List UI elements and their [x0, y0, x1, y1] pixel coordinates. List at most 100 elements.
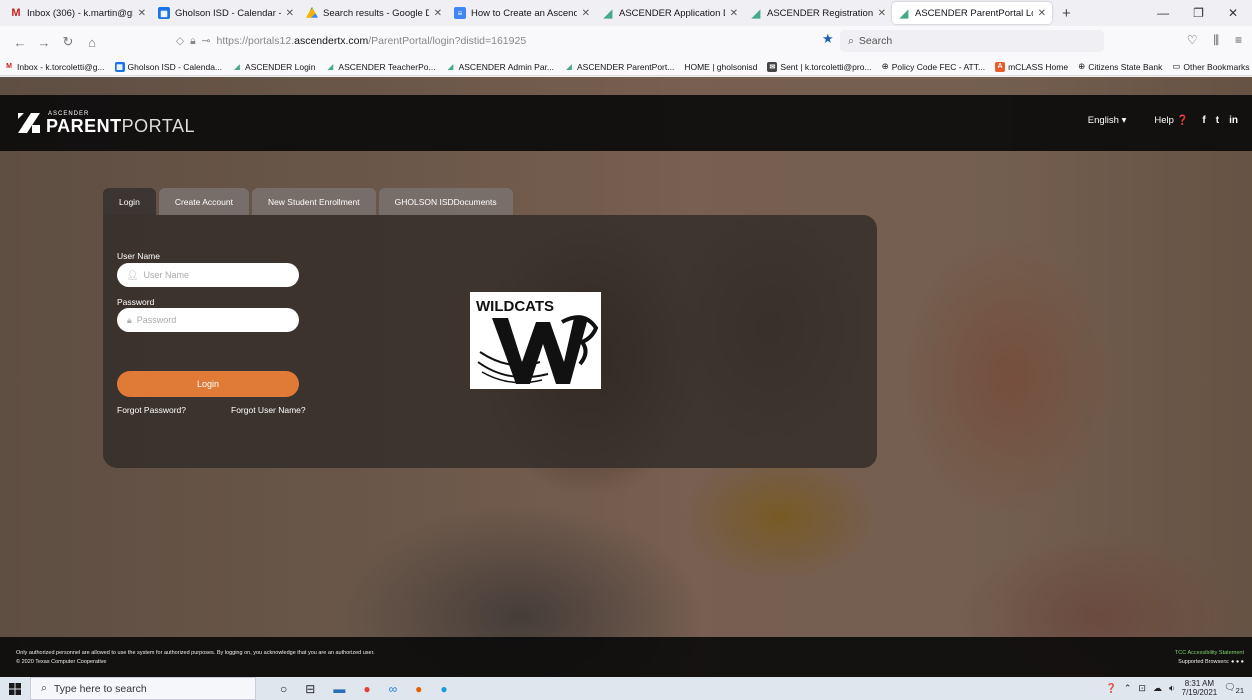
bookmark-item[interactable]: ▦ Gholson ISD - Calenda... — [114, 61, 222, 72]
bookmark-item[interactable]: ◢ ASCENDER TeacherPo... — [325, 62, 436, 72]
browser-search-box[interactable]: ⌕ Search — [840, 30, 1104, 52]
windows-start-icon[interactable] — [0, 682, 30, 695]
menu-icon[interactable]: ≡ — [1235, 33, 1242, 48]
bookmark-item[interactable]: ◢ ASCENDER Login — [232, 62, 315, 72]
back-icon[interactable]: ← — [10, 35, 30, 50]
close-window-icon[interactable]: ✕ — [1228, 6, 1238, 20]
bookmark-star-icon[interactable]: ★ — [822, 31, 834, 47]
task-view-icon[interactable]: ⊟ — [305, 682, 315, 696]
bookmark-item[interactable]: AmCLASS Home — [995, 61, 1068, 72]
username-label: User Name — [117, 251, 160, 261]
globe-icon: ⊕ — [881, 61, 889, 71]
bookmark-item[interactable]: HOME | gholsonisd — [684, 62, 757, 72]
pocket-icon[interactable]: ♡ — [1187, 33, 1198, 48]
reload-icon[interactable]: ↻ — [58, 34, 78, 50]
clock-date: 7/19/2021 — [1181, 687, 1218, 697]
file-explorer-icon[interactable]: ▬ — [333, 682, 345, 696]
tab-title: Gholson ISD - Calendar - July 2 — [175, 7, 281, 19]
language-select[interactable]: English ▾ — [1088, 115, 1127, 126]
onedrive-icon[interactable]: ☁ — [1153, 683, 1162, 694]
new-tab-button[interactable]: + — [1052, 5, 1081, 22]
globe-icon: ⊕ — [1078, 61, 1086, 71]
linkedin-icon[interactable]: in — [1229, 115, 1238, 126]
clock[interactable]: 8:31 AM 7/19/2021 — [1181, 679, 1218, 698]
taskbar-search[interactable]: ⌕ Type here to search — [30, 677, 256, 700]
close-icon[interactable]: ✕ — [730, 8, 738, 19]
browser-tab[interactable]: ≡ How to Create an Ascender Par ✕ — [448, 2, 596, 24]
shield-icon[interactable]: ◇ — [176, 35, 184, 47]
volume-icon[interactable]: 🔉︎ — [1169, 683, 1175, 694]
close-icon[interactable]: ✕ — [878, 8, 886, 19]
close-icon[interactable]: ✕ — [582, 8, 590, 19]
close-icon[interactable]: ✕ — [434, 8, 442, 19]
close-icon[interactable]: ✕ — [1038, 8, 1046, 19]
chrome-icon[interactable]: ● — [363, 682, 370, 696]
bookmark-item[interactable]: M Inbox - k.torcoletti@g... — [4, 62, 104, 72]
browser-tab-active[interactable]: ◢ ASCENDER ParentPortal Login ✕ — [892, 2, 1052, 24]
lock-icon[interactable]: 🔒︎ — [190, 35, 196, 48]
tab-title: Search results - Google Drive — [323, 7, 429, 19]
search-icon: ⌕ — [41, 682, 47, 694]
portal-logo[interactable]: ASCENDER PARENTPORTAL — [46, 111, 195, 135]
other-bookmarks[interactable]: ▭ Other Bookmarks — [1172, 61, 1252, 72]
library-icon[interactable]: ⫼ — [1213, 33, 1219, 48]
browser-tab[interactable]: ◢ ASCENDER Registration - Distri ✕ — [744, 2, 892, 24]
forgot-password-link[interactable]: Forgot Password? — [117, 405, 186, 415]
tab-login[interactable]: Login — [103, 188, 156, 215]
bookmark-item[interactable]: ⊕ Citizens State Bank — [1078, 61, 1162, 72]
permissions-icon[interactable]: ⊸ — [202, 35, 211, 47]
page-background: ASCENDER PARENTPORTAL English ▾ Help ❓ f… — [0, 77, 1252, 677]
tab-district-documents[interactable]: GHOLSON ISDDocuments — [378, 188, 513, 215]
cortana-icon[interactable]: ○ — [280, 682, 287, 696]
network-icon[interactable]: ⊡ — [1138, 683, 1146, 694]
infinity-app-icon[interactable]: ∞ — [389, 682, 398, 696]
browser-tab[interactable]: Search results - Google Drive ✕ — [300, 2, 448, 24]
password-field[interactable]: 🔒︎ — [117, 308, 299, 332]
tab-new-student-enrollment[interactable]: New Student Enrollment — [251, 188, 376, 215]
caret-down-icon: ▾ — [1121, 115, 1127, 126]
browser-tab[interactable]: M Inbox (306) - k.martin@gholsor ✕ — [4, 2, 152, 24]
forward-icon[interactable]: → — [34, 35, 54, 50]
username-input[interactable] — [143, 270, 294, 280]
ascender-icon: ◢ — [899, 7, 909, 20]
tab-title: How to Create an Ascender Par — [471, 7, 577, 19]
user-icon: 👤︎ — [127, 269, 139, 280]
notifications-icon[interactable]: 🗨︎21 — [1224, 682, 1244, 695]
help-circle-icon[interactable]: ❓ — [1106, 683, 1117, 694]
bookmark-item[interactable]: ◢ ASCENDER Admin Par... — [446, 62, 554, 72]
bookmark-item[interactable]: ✉ Sent | k.torcoletti@pro... — [767, 61, 872, 72]
browser-tab[interactable]: ▦ Gholson ISD - Calendar - July 2 ✕ — [152, 2, 300, 24]
help-link[interactable]: Help ❓ — [1154, 115, 1188, 126]
minimize-icon[interactable]: — — [1157, 6, 1169, 20]
close-icon[interactable]: ✕ — [286, 8, 294, 19]
authorized-use-notice: Only authorized personnel are allowed to… — [16, 650, 375, 656]
tab-create-account[interactable]: Create Account — [158, 188, 249, 215]
accessibility-statement-link[interactable]: TCC Accessibility Statement — [1175, 649, 1244, 658]
twitter-icon[interactable]: t — [1216, 115, 1219, 126]
firefox-icon[interactable]: ● — [415, 682, 422, 696]
portal-tabs: Login Create Account New Student Enrollm… — [103, 188, 513, 215]
url-text[interactable]: https://portals12.ascendertx.com/ParentP… — [216, 35, 526, 47]
lock-icon: 🔒︎ — [127, 314, 132, 325]
home-icon[interactable]: ⌂ — [82, 35, 102, 50]
ascender-icon: ◢ — [447, 63, 454, 71]
window-controls: — ❐ ✕ — [1157, 6, 1252, 20]
restore-icon[interactable]: ❐ — [1193, 6, 1204, 20]
forgot-username-link[interactable]: Forgot User Name? — [231, 405, 306, 415]
browser-tabstrip: M Inbox (306) - k.martin@gholsor ✕ ▦ Gho… — [0, 0, 1252, 26]
facebook-icon[interactable]: f — [1202, 115, 1205, 126]
username-field[interactable]: 👤︎ — [117, 263, 299, 287]
password-input[interactable] — [136, 315, 287, 325]
gmail-icon: M — [11, 7, 21, 19]
close-icon[interactable]: ✕ — [138, 8, 146, 19]
address-bar[interactable]: ◇ 🔒︎ ⊸ https://portals12.ascendertx.com/… — [176, 30, 816, 52]
chevron-up-icon[interactable]: ⌃ — [1124, 683, 1132, 694]
logo-bold-text: PARENT — [46, 116, 122, 136]
bookmark-item[interactable]: ◢ ASCENDER ParentPort... — [564, 62, 674, 72]
edge-icon[interactable]: ● — [440, 682, 447, 696]
login-button[interactable]: Login — [117, 371, 299, 397]
ascender-icon: ◢ — [566, 63, 572, 71]
bookmark-item[interactable]: ⊕ Policy Code FEC - ATT... — [882, 61, 986, 72]
browser-tab[interactable]: ◢ ASCENDER Application Directo ✕ — [596, 2, 744, 24]
mail-icon: ✉ — [767, 61, 778, 72]
